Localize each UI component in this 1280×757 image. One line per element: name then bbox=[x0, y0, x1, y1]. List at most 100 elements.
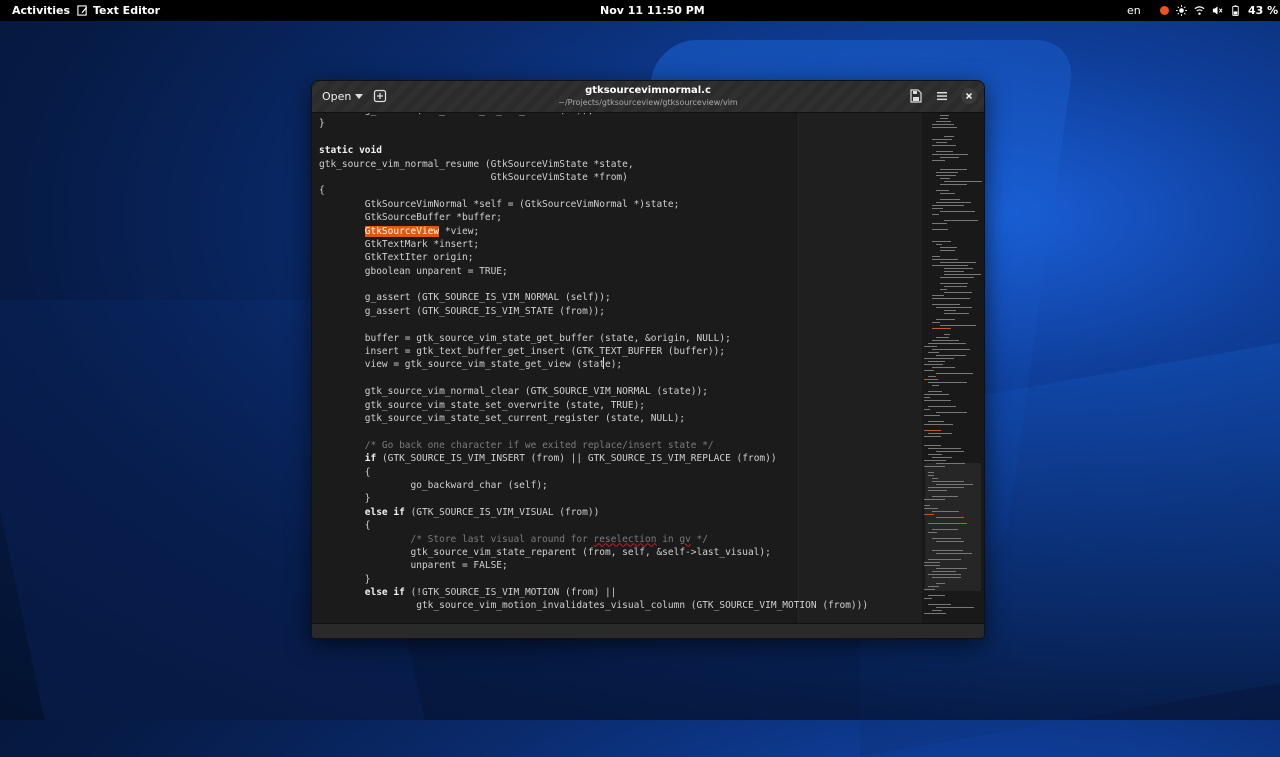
clock[interactable]: Nov 11 11:50 PM bbox=[600, 0, 705, 21]
minimap[interactable] bbox=[922, 113, 984, 623]
code-text[interactable]: g_assert (GTK_SOURCE_IS_VIM_STATE (to));… bbox=[319, 113, 868, 613]
code-line[interactable]: GtkSourceVimState *from) bbox=[319, 171, 868, 184]
minimap-line bbox=[924, 589, 935, 590]
minimap-line bbox=[932, 610, 942, 611]
code-line[interactable]: GtkSourceVimNormal *self = (GtkSourceVim… bbox=[319, 198, 868, 211]
minimap-line bbox=[932, 298, 970, 299]
minimap-line bbox=[932, 160, 945, 161]
activities-button[interactable]: Activities bbox=[12, 0, 70, 21]
code-line[interactable]: else if (GTK_SOURCE_IS_VIM_VISUAL (from)… bbox=[319, 506, 868, 519]
minimap-line bbox=[932, 571, 956, 572]
code-line[interactable] bbox=[319, 372, 868, 385]
header-bar[interactable]: Open gtksourcevimnormal.c ~/Projects/gtk… bbox=[312, 81, 984, 113]
minimap-line bbox=[928, 352, 939, 353]
minimap-line bbox=[924, 397, 930, 398]
close-icon[interactable] bbox=[961, 88, 977, 104]
code-line[interactable]: /* Go back one character if we exited re… bbox=[319, 439, 868, 452]
code-line[interactable] bbox=[319, 131, 868, 144]
minimap-line bbox=[928, 454, 942, 455]
code-editor[interactable]: g_assert (GTK_SOURCE_IS_VIM_STATE (to));… bbox=[312, 113, 984, 623]
minimap-line bbox=[940, 178, 950, 179]
code-line[interactable]: } bbox=[319, 117, 868, 130]
minimap-line bbox=[928, 523, 967, 524]
minimap-line bbox=[940, 283, 968, 284]
minimap-line bbox=[936, 541, 964, 542]
minimap-line bbox=[928, 595, 945, 596]
battery-percentage: 43 % bbox=[1248, 4, 1279, 17]
code-line[interactable]: g_assert (GTK_SOURCE_IS_VIM_NORMAL (self… bbox=[319, 291, 868, 304]
minimap-line bbox=[932, 208, 943, 209]
minimap-line bbox=[936, 568, 967, 569]
minimap-line bbox=[936, 355, 966, 356]
minimap-line bbox=[924, 505, 930, 506]
minimap-line bbox=[944, 310, 956, 311]
app-menu[interactable]: Text Editor bbox=[77, 0, 160, 21]
code-line[interactable]: gtk_source_vim_state_set_current_registe… bbox=[319, 412, 868, 425]
minimap-line bbox=[924, 460, 946, 461]
code-line[interactable]: view = gtk_source_vim_state_get_view (st… bbox=[319, 358, 868, 371]
code-line[interactable]: GtkTextMark *insert; bbox=[319, 238, 868, 251]
minimap-line bbox=[940, 289, 947, 290]
hamburger-menu-icon[interactable] bbox=[935, 89, 949, 103]
save-icon[interactable] bbox=[909, 89, 923, 103]
minimap-line bbox=[924, 565, 940, 566]
code-line[interactable] bbox=[319, 425, 868, 438]
code-line[interactable] bbox=[319, 318, 868, 331]
recording-indicator-icon bbox=[1160, 6, 1169, 15]
app-name-label: Text Editor bbox=[93, 4, 161, 17]
code-line[interactable]: insert = gtk_text_buffer_get_insert (GTK… bbox=[319, 345, 868, 358]
minimap-line bbox=[928, 574, 961, 575]
minimap-line bbox=[940, 199, 960, 200]
minimap-line bbox=[924, 430, 941, 431]
minimap-line bbox=[928, 532, 937, 533]
minimap-line bbox=[924, 508, 938, 509]
minimap-line bbox=[928, 559, 961, 560]
minimap-line bbox=[936, 463, 965, 464]
minimap-line bbox=[928, 586, 939, 587]
code-line[interactable]: else if (!GTK_SOURCE_IS_VIM_MOTION (from… bbox=[319, 586, 868, 599]
minimap-line bbox=[936, 517, 964, 518]
code-line[interactable]: static void bbox=[319, 144, 868, 157]
minimap-line bbox=[936, 244, 942, 245]
code-line[interactable]: } bbox=[319, 492, 868, 505]
code-line[interactable]: gtk_source_vim_state_reparent (from, sel… bbox=[319, 546, 868, 559]
minimap-line bbox=[944, 220, 978, 221]
code-line[interactable]: /* Store last visual around for reselect… bbox=[319, 533, 868, 546]
minimap-line bbox=[936, 451, 964, 452]
code-line[interactable]: gtk_source_vim_normal_resume (GtkSourceV… bbox=[319, 158, 868, 171]
minimap-line bbox=[936, 484, 973, 485]
code-line[interactable]: { bbox=[319, 519, 868, 532]
minimap-line bbox=[940, 157, 959, 158]
minimap-line bbox=[924, 346, 937, 347]
minimap-line bbox=[924, 370, 934, 371]
code-line[interactable]: { bbox=[319, 184, 868, 197]
code-line[interactable]: GtkTextIter origin; bbox=[319, 251, 868, 264]
battery-icon bbox=[1232, 5, 1239, 16]
code-line[interactable]: { bbox=[319, 466, 868, 479]
minimap-line bbox=[932, 577, 961, 578]
minimap-line bbox=[936, 553, 972, 554]
code-line[interactable]: gtk_source_vim_motion_invalidates_visual… bbox=[319, 599, 868, 612]
code-line[interactable]: gtk_source_vim_normal_clear (GTK_SOURCE_… bbox=[319, 385, 868, 398]
code-line[interactable]: GtkSourceView *view; bbox=[319, 225, 868, 238]
code-line[interactable]: buffer = gtk_source_vim_state_get_buffer… bbox=[319, 332, 868, 345]
code-line[interactable]: gboolean unparent = TRUE; bbox=[319, 265, 868, 278]
minimap-line bbox=[932, 124, 954, 125]
minimap-line bbox=[932, 340, 959, 341]
code-line[interactable]: GtkSourceBuffer *buffer; bbox=[319, 211, 868, 224]
system-tray[interactable]: 43 % bbox=[1160, 0, 1278, 21]
minimap-line bbox=[936, 307, 972, 308]
code-line[interactable]: gtk_source_vim_state_set_overwrite (stat… bbox=[319, 399, 868, 412]
code-line[interactable]: } bbox=[319, 573, 868, 586]
code-line[interactable]: unparent = FALSE; bbox=[319, 559, 868, 572]
code-line[interactable]: g_assert (GTK_SOURCE_IS_VIM_STATE (from)… bbox=[319, 305, 868, 318]
minimap-line bbox=[928, 448, 961, 449]
minimap-line bbox=[932, 478, 938, 479]
minimap-line bbox=[932, 328, 951, 329]
code-line[interactable]: go_backward_char (self); bbox=[319, 479, 868, 492]
keyboard-layout-indicator[interactable]: en bbox=[1127, 0, 1141, 21]
minimap-line bbox=[928, 487, 964, 488]
code-line[interactable]: if (GTK_SOURCE_IS_VIM_INSERT (from) || G… bbox=[319, 452, 868, 465]
code-line[interactable] bbox=[319, 278, 868, 291]
status-bar bbox=[312, 623, 984, 638]
